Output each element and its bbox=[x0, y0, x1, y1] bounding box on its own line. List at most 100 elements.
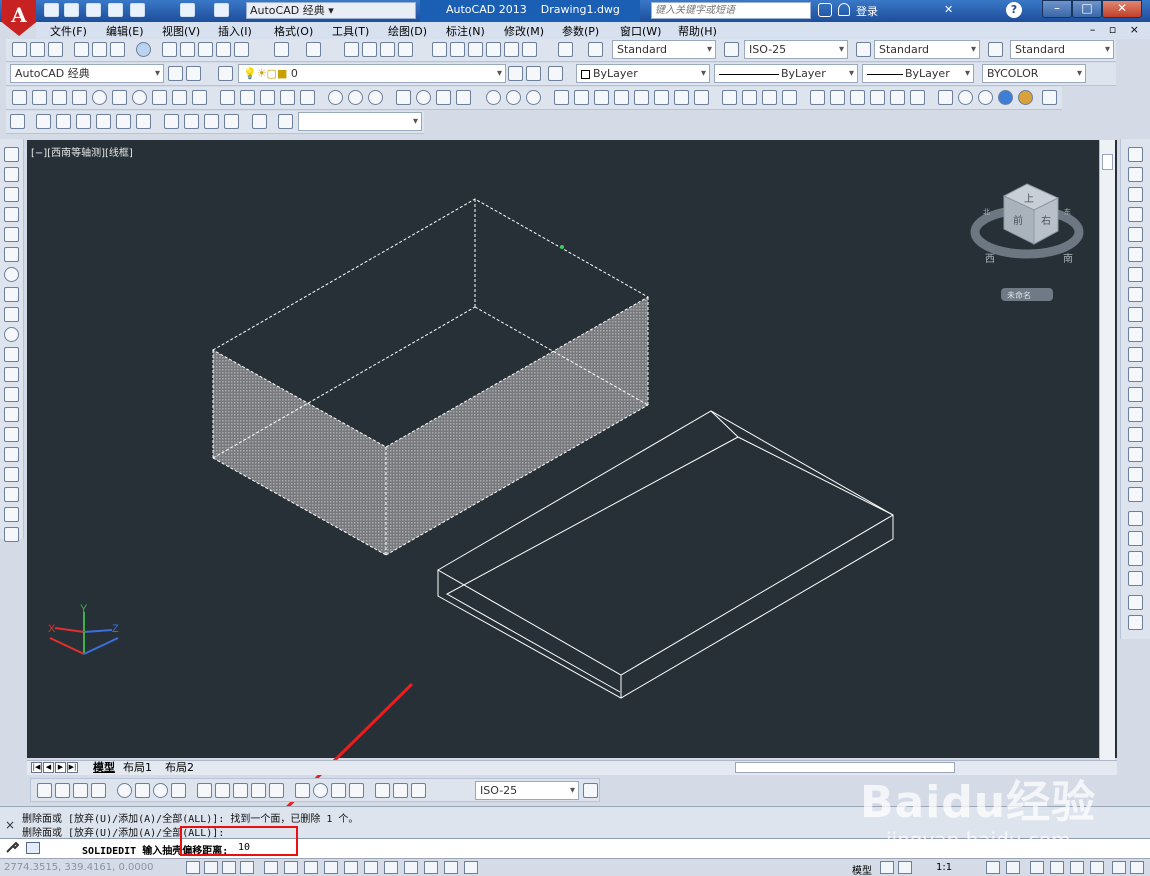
gradient-icon[interactable] bbox=[4, 447, 19, 462]
multileader-style-icon[interactable] bbox=[988, 42, 1003, 57]
hardware-acceleration-icon[interactable] bbox=[1070, 861, 1084, 874]
menu-file[interactable]: 文件(F) bbox=[50, 23, 87, 39]
user-icon[interactable] bbox=[838, 3, 850, 16]
add-selected-icon[interactable] bbox=[4, 527, 19, 542]
named-views-icon[interactable] bbox=[10, 114, 25, 129]
table-icon[interactable] bbox=[4, 487, 19, 502]
workspace-select[interactable]: AutoCAD 经典 bbox=[10, 64, 164, 83]
stretch-icon[interactable] bbox=[1128, 307, 1143, 322]
wedge-icon[interactable] bbox=[52, 90, 67, 105]
intersect-icon[interactable] bbox=[368, 90, 383, 105]
workspace-switching-icon[interactable] bbox=[1030, 861, 1044, 874]
table-style-icon[interactable] bbox=[856, 42, 871, 57]
ne-isometric-icon[interactable] bbox=[204, 114, 219, 129]
drawing-viewport[interactable]: X Y Z 上 前 右 西 南 北 东 未命名 [−][西南等轴测][线框] bbox=[27, 140, 1117, 758]
union-solid-icon[interactable] bbox=[486, 90, 501, 105]
shell-icon[interactable] bbox=[830, 90, 845, 105]
coordinate-readout[interactable]: 2774.3515, 339.4161, 0.0000 bbox=[4, 862, 154, 873]
realistic-style-icon[interactable] bbox=[998, 90, 1013, 105]
continue-dim-icon[interactable] bbox=[233, 783, 248, 798]
make-block-icon[interactable] bbox=[4, 387, 19, 402]
extrude-faces-icon[interactable] bbox=[554, 90, 569, 105]
imprint-icon[interactable] bbox=[762, 90, 777, 105]
tab-layout1[interactable]: 布局1 bbox=[119, 761, 156, 775]
menu-window[interactable]: 窗口(W) bbox=[620, 23, 661, 39]
new-file-icon[interactable] bbox=[44, 3, 59, 17]
erase-icon[interactable] bbox=[1128, 147, 1143, 162]
workspace-switcher[interactable]: AutoCAD 经典 ▾ bbox=[246, 2, 416, 19]
tolerance-icon[interactable] bbox=[295, 783, 310, 798]
copy-faces-icon[interactable] bbox=[674, 90, 689, 105]
document-window-controls[interactable]: – ▫ × bbox=[1090, 23, 1144, 36]
check-icon[interactable] bbox=[850, 90, 865, 105]
angular-dim-icon[interactable] bbox=[171, 783, 186, 798]
object-snap-tracking-icon[interactable] bbox=[324, 861, 338, 874]
compass-north[interactable]: 北 bbox=[983, 208, 990, 216]
dim-style-select[interactable]: ISO-25 bbox=[744, 40, 848, 59]
text-style-icon[interactable] bbox=[588, 42, 603, 57]
compass-west[interactable]: 西 bbox=[985, 254, 995, 265]
extrude-icon[interactable] bbox=[220, 90, 235, 105]
polysolid-icon[interactable] bbox=[12, 90, 27, 105]
hatch-to-back-icon[interactable] bbox=[1128, 615, 1143, 630]
status-bar-menu-icon[interactable] bbox=[1112, 861, 1126, 874]
menu-modify[interactable]: 修改(M) bbox=[504, 23, 544, 39]
plot-icon[interactable] bbox=[74, 42, 89, 57]
hidden-style-icon[interactable] bbox=[978, 90, 993, 105]
auto-scale-icon[interactable] bbox=[1006, 861, 1020, 874]
inspection-icon[interactable] bbox=[331, 783, 346, 798]
make-current-layer-icon[interactable] bbox=[508, 66, 523, 81]
draworder-above-icon[interactable] bbox=[1128, 551, 1143, 566]
grid-display-icon[interactable] bbox=[222, 861, 236, 874]
vertical-scroll-thumb[interactable] bbox=[1102, 154, 1113, 170]
plot-preview-icon[interactable] bbox=[92, 42, 107, 57]
menu-edit[interactable]: 编辑(E) bbox=[106, 23, 144, 39]
hatch-icon[interactable] bbox=[4, 427, 19, 442]
conceptual-style-icon[interactable] bbox=[1018, 90, 1033, 105]
paste-icon[interactable] bbox=[198, 42, 213, 57]
isolate-objects-icon[interactable] bbox=[1090, 861, 1104, 874]
circle-icon[interactable] bbox=[4, 267, 19, 282]
arc-icon[interactable] bbox=[4, 247, 19, 262]
tab-layout2[interactable]: 布局2 bbox=[161, 761, 198, 775]
array-icon[interactable] bbox=[1128, 227, 1143, 242]
3d-move-icon[interactable] bbox=[396, 90, 411, 105]
dim-break-icon[interactable] bbox=[269, 783, 284, 798]
layer-properties-icon[interactable] bbox=[218, 66, 233, 81]
quick-dim-icon[interactable] bbox=[197, 783, 212, 798]
plot-icon[interactable] bbox=[130, 3, 145, 17]
workspace-settings-icon[interactable] bbox=[168, 66, 183, 81]
infer-constraints-icon[interactable] bbox=[186, 861, 200, 874]
menu-format[interactable]: 格式(O) bbox=[274, 23, 313, 39]
grip-point[interactable] bbox=[560, 245, 564, 249]
loft-icon[interactable] bbox=[300, 90, 315, 105]
undo-icon[interactable] bbox=[180, 3, 195, 17]
pan-icon[interactable] bbox=[344, 42, 359, 57]
color-faces-icon[interactable] bbox=[694, 90, 709, 105]
break-at-point-icon[interactable] bbox=[1128, 367, 1143, 382]
3d-object-snap-icon[interactable] bbox=[304, 861, 318, 874]
match-properties-icon[interactable] bbox=[216, 42, 231, 57]
layer-states-icon[interactable] bbox=[548, 66, 563, 81]
menu-dimension[interactable]: 标注(N) bbox=[446, 23, 485, 39]
login-link[interactable]: 登录 bbox=[856, 3, 878, 19]
dim-text-edit-icon[interactable] bbox=[393, 783, 408, 798]
draworder-front-icon[interactable] bbox=[1128, 511, 1143, 526]
move-icon[interactable] bbox=[1128, 247, 1143, 262]
cut-icon[interactable] bbox=[162, 42, 177, 57]
sw-isometric-icon[interactable] bbox=[164, 114, 179, 129]
copy-object-icon[interactable] bbox=[1128, 167, 1143, 182]
slice-icon[interactable] bbox=[870, 90, 885, 105]
command-input-row[interactable]: SOLIDEDIT 输入抽壳偏移距离: 10 bbox=[0, 838, 1150, 858]
viewcube-right-face[interactable]: 右 bbox=[1041, 214, 1051, 227]
zoom-realtime-icon[interactable] bbox=[362, 42, 377, 57]
tab-model[interactable]: 模型 bbox=[89, 761, 119, 775]
point-icon[interactable] bbox=[4, 407, 19, 422]
next-tab-button[interactable]: ▶ bbox=[55, 762, 66, 773]
ordinate-dim-icon[interactable] bbox=[91, 783, 106, 798]
block-editor-icon[interactable] bbox=[234, 42, 249, 57]
box-front-face[interactable] bbox=[213, 350, 386, 555]
viewcube-top-face[interactable]: 上 bbox=[1024, 193, 1034, 205]
blend-curves-icon[interactable] bbox=[1128, 467, 1143, 482]
fillet-icon[interactable] bbox=[1128, 447, 1143, 462]
